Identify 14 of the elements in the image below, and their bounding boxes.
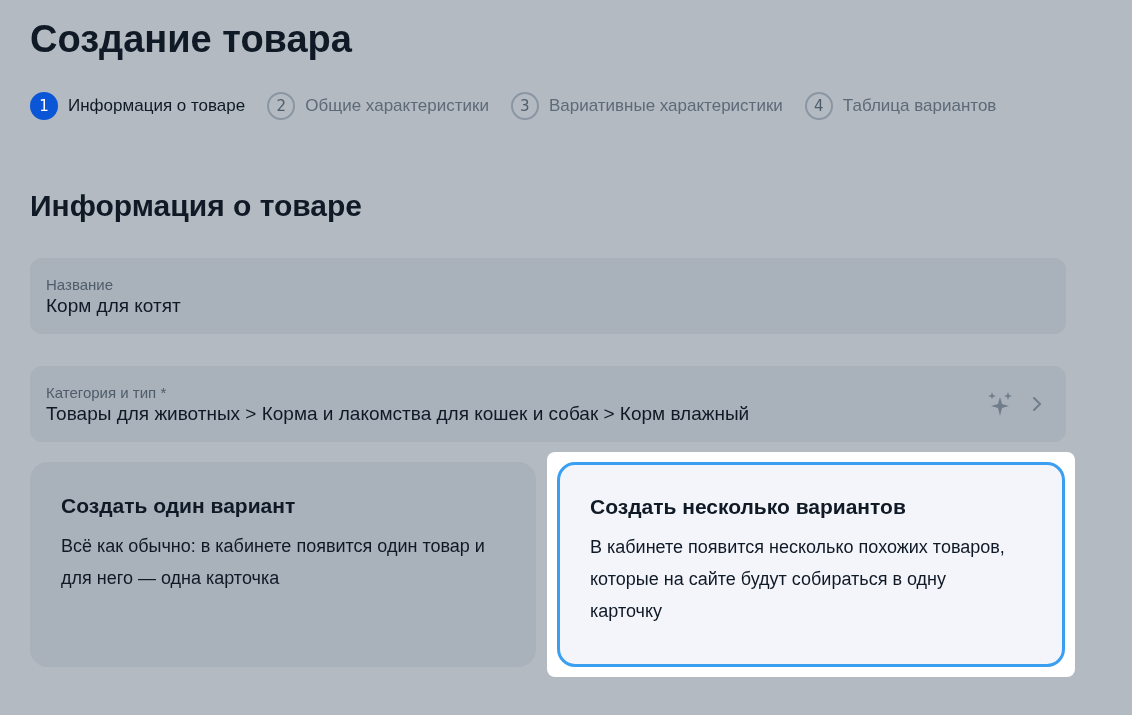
option-card[interactable]: Создать несколько вариантов В кабинете появится несколько похожих товаров, которые на сайте будут собираться в одну карточку <box>557 462 1065 667</box>
option-card[interactable]: Создать один вариант Всё как обычно: в кабинете появится один товар и для него — одна карточка <box>30 462 536 667</box>
option-description: В кабинете появится несколько похожих товаров, которые на сайте будут собираться в одну карточку <box>590 536 1006 623</box>
option-title: Создать несколько вариантов <box>590 495 907 519</box>
step-tab[interactable]: 2 Общие характеристики <box>267 92 489 120</box>
option-title: Создать один вариант <box>61 494 297 518</box>
step-tab[interactable]: 1 Информация о товаре <box>30 92 246 120</box>
option-description: Всё как обычно: в кабинете появится один товар и для него — одна карточка <box>61 535 486 590</box>
step-tab[interactable]: 3 Вариативные характеристики <box>510 92 783 120</box>
input-field[interactable]: Название Корм для котят <box>30 258 1066 334</box>
page-title: Создание товара <box>30 17 353 62</box>
chevron-right-icon[interactable] <box>1032 396 1042 412</box>
section-title: Информация о товаре <box>30 188 364 224</box>
input-field[interactable]: Категория и тип * Товары для животных > Корма и лакомства для кошек и собак > Корм влажный <box>30 366 1066 442</box>
